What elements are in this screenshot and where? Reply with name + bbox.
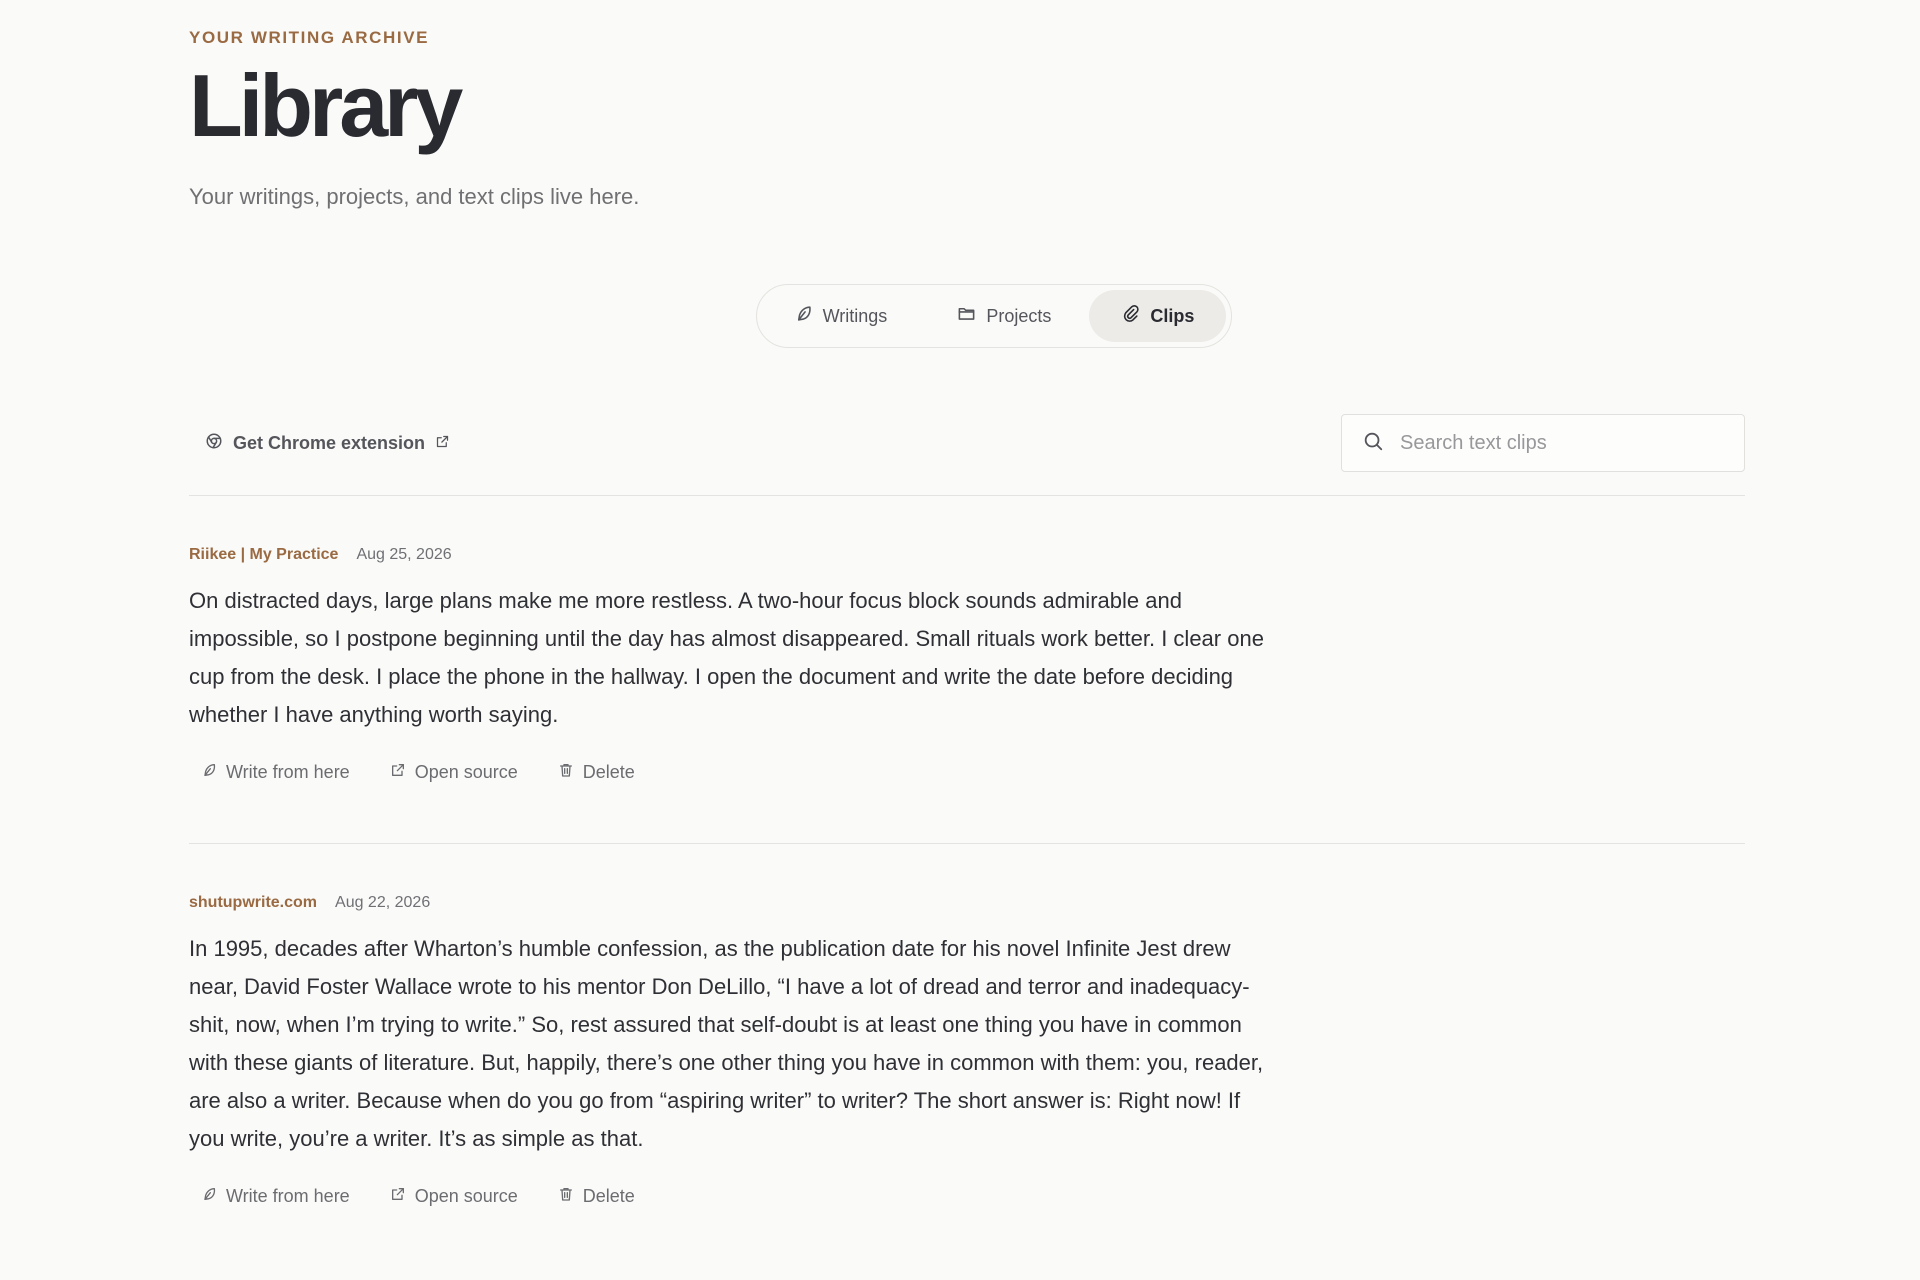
- library-page: YOUR WRITING ARCHIVE Library Your writin…: [189, 28, 1745, 1267]
- clip-item: Riikee | My Practice Aug 25, 2026 On dis…: [189, 496, 1745, 843]
- page-subtitle: Your writings, projects, and text clips …: [189, 184, 640, 209]
- write-from-here-label: Write from here: [226, 762, 350, 782]
- write-from-here-button[interactable]: Write from here: [201, 762, 350, 783]
- clip-meta: shutupwrite.com Aug 22, 2026: [189, 894, 1745, 912]
- clip-actions: Write from here Open source Delete: [189, 1186, 1745, 1267]
- delete-button[interactable]: Delete: [558, 1186, 635, 1207]
- tabs-row: Writings Projects Clips: [189, 284, 1745, 348]
- trash-icon: [558, 1186, 574, 1207]
- tab-writings-label: Writings: [822, 305, 888, 326]
- delete-button[interactable]: Delete: [558, 762, 635, 783]
- clips-toolbar: Get Chrome extension: [189, 414, 1745, 496]
- search-icon: [1362, 430, 1384, 457]
- clip-text: In 1995, decades after Wharton’s humble …: [189, 936, 1264, 1151]
- clip-date: Aug 22, 2026: [335, 894, 431, 911]
- clip-text: On distracted days, large plans make me …: [189, 588, 1264, 727]
- tab-projects[interactable]: Projects: [925, 290, 1083, 342]
- clip-actions: Write from here Open source Delete: [189, 762, 1745, 843]
- external-link-icon: [390, 1186, 406, 1207]
- write-from-here-label: Write from here: [226, 1186, 350, 1206]
- paperclip-icon: [1121, 304, 1140, 328]
- folder-icon: [957, 304, 976, 328]
- external-link-icon: [435, 433, 450, 454]
- chrome-extension-link[interactable]: Get Chrome extension: [205, 432, 450, 455]
- tab-projects-label: Projects: [986, 305, 1052, 326]
- page-title: Library: [189, 56, 463, 155]
- search-box: [1341, 414, 1745, 472]
- feather-icon: [201, 762, 217, 783]
- open-source-button[interactable]: Open source: [390, 762, 518, 783]
- tab-clips[interactable]: Clips: [1089, 290, 1227, 342]
- tab-writings[interactable]: Writings: [762, 290, 920, 342]
- feather-icon: [794, 304, 813, 328]
- clip-meta: Riikee | My Practice Aug 25, 2026: [189, 546, 1745, 564]
- tab-clips-label: Clips: [1150, 305, 1195, 326]
- chrome-icon: [205, 432, 223, 455]
- external-link-icon: [390, 762, 406, 783]
- clip-item: shutupwrite.com Aug 22, 2026 In 1995, de…: [189, 843, 1745, 1267]
- delete-label: Delete: [582, 1186, 635, 1206]
- clip-source[interactable]: Riikee | My Practice: [189, 546, 338, 564]
- write-from-here-button[interactable]: Write from here: [201, 1186, 350, 1207]
- library-tabs: Writings Projects Clips: [755, 284, 1233, 348]
- clip-date: Aug 25, 2026: [356, 546, 452, 563]
- clip-source[interactable]: shutupwrite.com: [189, 894, 317, 912]
- chrome-extension-label: Get Chrome extension: [233, 432, 426, 453]
- feather-icon: [201, 1186, 217, 1207]
- open-source-button[interactable]: Open source: [390, 1186, 518, 1207]
- page-eyebrow: YOUR WRITING ARCHIVE: [189, 28, 430, 47]
- delete-label: Delete: [582, 762, 635, 782]
- search-input[interactable]: [1398, 430, 1722, 456]
- open-source-label: Open source: [414, 762, 518, 782]
- trash-icon: [558, 762, 574, 783]
- open-source-label: Open source: [414, 1186, 518, 1206]
